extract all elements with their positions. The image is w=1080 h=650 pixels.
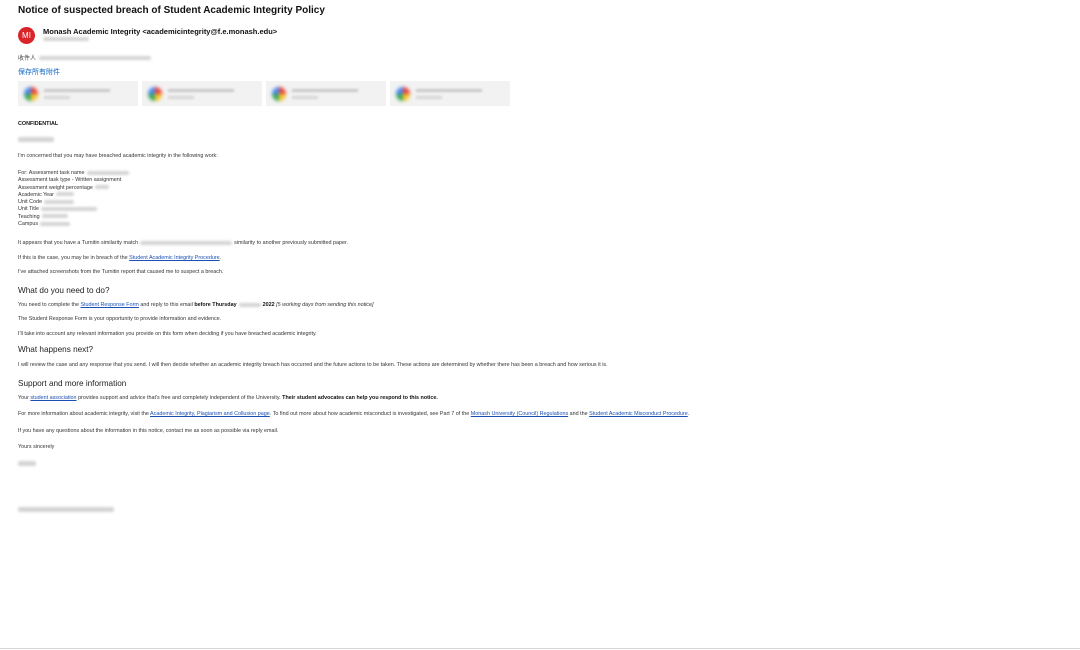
image-file-icon: [148, 86, 162, 101]
attachments-row: [18, 81, 510, 106]
sender-name[interactable]: Monash Academic Integrity <academicinteg…: [43, 27, 277, 36]
student-academic-integrity-procedure-link[interactable]: Student Academic Integrity Procedure: [129, 255, 220, 261]
email-subject: Notice of suspected breach of Student Ac…: [18, 5, 325, 16]
need-text: You need to complete the Student Respons…: [18, 302, 374, 308]
bottom-divider: [0, 648, 1080, 649]
more-info-text: For more information about academic inte…: [18, 411, 690, 417]
image-file-icon: [396, 86, 410, 101]
questions-text: If you have any questions about the info…: [18, 428, 279, 434]
student-academic-misconduct-procedure-link[interactable]: Student Academic Misconduct Procedure: [589, 411, 688, 417]
academic-integrity-page-link[interactable]: Academic Integrity, Plagiarism and Collu…: [150, 411, 270, 417]
attachment-3[interactable]: [266, 81, 386, 106]
attached-screenshots-text: I've attached screenshots from the Turni…: [18, 269, 224, 275]
image-file-icon: [24, 86, 38, 101]
attachment-1[interactable]: [18, 81, 138, 106]
avatar[interactable]: MI: [18, 27, 35, 44]
signature-redacted: [18, 461, 36, 466]
image-file-icon: [272, 86, 286, 101]
recipient-redacted: [38, 56, 151, 61]
intro-text: I'm concerned that you may have breached…: [18, 153, 218, 159]
student-response-form-link[interactable]: Student Response Form: [80, 302, 138, 308]
opportunity-text: The Student Response Form is your opport…: [18, 316, 222, 322]
heading-what-happens-next: What happens next?: [18, 345, 94, 354]
confidential-label: CONFIDENTIAL: [18, 121, 59, 127]
student-association-link[interactable]: student association: [30, 395, 76, 401]
footer-redacted: [18, 507, 114, 512]
breach-text: If this is the case, you may be in breac…: [18, 255, 222, 261]
heading-support: Support and more information: [18, 379, 127, 388]
sender-sub-redacted: [43, 37, 89, 41]
heading-what-to-do: What do you need to do?: [18, 286, 110, 295]
turnitin-text: It appears that you have a Turnitin simi…: [18, 240, 349, 246]
signoff-text: Yours sincerely: [18, 444, 55, 450]
save-all-attachments-link[interactable]: 保存所有附件: [18, 67, 60, 77]
assessment-details: For: Assessment task name Assessment tas…: [18, 170, 129, 228]
attachment-4[interactable]: [390, 81, 510, 106]
account-text: I'll take into account any relevant info…: [18, 331, 317, 337]
recipient-label: 收件人: [18, 56, 37, 62]
greeting-redacted: [18, 137, 54, 142]
recipient-row: 收件人: [18, 53, 151, 62]
review-text: I will review the case and any response …: [18, 362, 608, 368]
monash-regulations-link[interactable]: Monash University (Council) Regulations: [471, 411, 568, 417]
attachment-2[interactable]: [142, 81, 262, 106]
support-text: Your student association provides suppor…: [18, 395, 438, 401]
